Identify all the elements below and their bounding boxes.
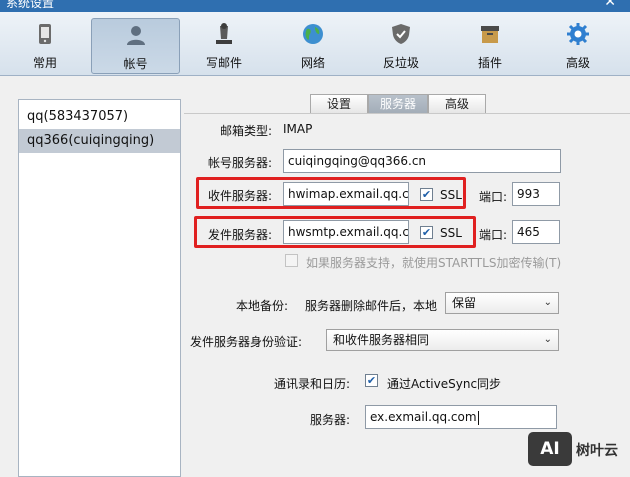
shield-icon [392,24,410,44]
sync-server-input[interactable]: ex.exmail.qq.com [365,405,557,429]
toolbar-button-general[interactable]: 常用 [5,18,85,74]
toolbar-label: 常用 [32,56,57,70]
outgoing-ssl-checkbox[interactable]: ✔ [420,226,433,239]
auth-select-value: 和收件服务器相同 [333,333,430,347]
auth-select[interactable]: 和收件服务器相同 ⌄ [326,329,559,351]
incoming-ssl-label: SSL [440,188,462,202]
incoming-ssl-checkbox[interactable]: ✔ [420,188,433,201]
mail-type-value: IMAP [283,122,313,136]
watermark-text: 树叶云 [576,443,618,459]
account-server-label: 帐号服务器: [208,156,273,170]
server-settings-panel: 邮箱类型: IMAP 帐号服务器: cuiqingqing@qq366.cn 收… [184,113,630,477]
toolbar-label: 帐号 [123,57,148,71]
window-title: 系统设置 [6,0,55,10]
outgoing-port-input[interactable]: 465 [512,220,560,244]
toolbar-label: 写邮件 [205,56,242,70]
starttls-label: 如果服务器支持，就使用STARTTLS加密传输(T) [306,256,562,270]
box-icon [481,26,499,43]
mail-type-label: 邮箱类型: [220,124,273,138]
toolbar-button-plugins[interactable]: 插件 [450,18,530,74]
phone-icon [39,24,51,44]
backup-description: 服务器删除邮件后，本地 [305,299,438,313]
title-bar: 系统设置 ✕ [0,0,630,12]
account-list: qq(583437057) qq366(cuiqingqing) [18,99,181,477]
outgoing-server-label: 发件服务器: [208,228,273,242]
incoming-port-input[interactable]: 993 [512,182,560,206]
toolbar-label: 插件 [477,56,502,70]
toolbar-button-network[interactable]: 网络 [273,18,353,74]
auth-label: 发件服务器身份验证: [190,335,303,349]
toolbar-label: 反垃圾 [382,56,419,70]
outgoing-port-label: 端口: [479,228,508,242]
chevron-down-icon: ⌄ [543,334,552,345]
sync-server-value: ex.exmail.qq.com [370,410,477,424]
tab-server[interactable]: 服务器 [368,94,428,114]
watermark: AI 树叶云 [528,432,630,466]
toolbar-button-account[interactable]: 帐号 [91,18,180,74]
settings-toolbar: 常用 帐号 写邮件 网络 反垃圾 插件 高级 [0,12,630,76]
backup-select-value: 保留 [452,296,477,310]
toolbar-label: 高级 [565,56,590,70]
tab-advanced[interactable]: 高级 [428,94,486,114]
backup-label: 本地备份: [236,299,289,313]
toolbar-button-advanced[interactable]: 高级 [538,18,618,74]
activesync-checkbox[interactable]: ✔ [365,374,378,387]
contacts-calendar-label: 通讯录和日历: [274,377,351,391]
watermark-logo: AI [528,432,572,466]
account-server-input[interactable]: cuiqingqing@qq366.cn [283,149,561,173]
close-icon[interactable]: ✕ [604,0,616,9]
outgoing-server-input[interactable]: hwsmtp.exmail.qq.cc [283,220,409,244]
incoming-server-input[interactable]: hwimap.exmail.qq.cc [283,182,409,206]
user-icon [127,26,145,45]
outgoing-ssl-label: SSL [440,226,462,240]
gear-icon [567,23,589,45]
compose-icon [216,23,232,44]
toolbar-label: 网络 [300,56,325,70]
incoming-server-label: 收件服务器: [208,189,273,203]
toolbar-button-compose[interactable]: 写邮件 [184,18,264,74]
starttls-checkbox[interactable] [285,254,298,267]
account-item[interactable]: qq(583437057) [19,105,180,129]
text-cursor [477,410,479,425]
backup-select[interactable]: 保留 ⌄ [445,292,559,314]
tab-settings[interactable]: 设置 [310,94,368,114]
globe-icon [303,24,323,44]
incoming-port-label: 端口: [479,190,508,204]
sync-server-label: 服务器: [310,413,351,427]
activesync-label: 通过ActiveSync同步 [387,377,502,391]
account-item-selected[interactable]: qq366(cuiqingqing) [19,129,180,153]
chevron-down-icon: ⌄ [543,297,552,308]
toolbar-button-antispam[interactable]: 反垃圾 [361,18,441,74]
